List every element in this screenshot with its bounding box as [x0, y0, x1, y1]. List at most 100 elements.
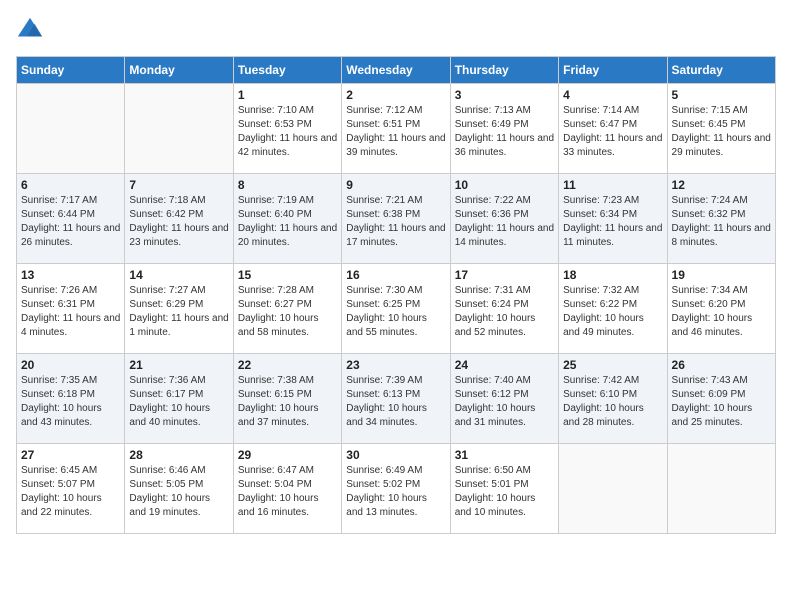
day-number: 20 [21, 358, 120, 372]
calendar-cell [559, 444, 667, 534]
day-number: 31 [455, 448, 554, 462]
calendar-cell: 16 Sunrise: 7:30 AM Sunset: 6:25 PM Dayli… [342, 264, 450, 354]
calendar-week-row: 27 Sunrise: 6:45 AM Sunset: 5:07 PM Dayli… [17, 444, 776, 534]
day-number: 9 [346, 178, 445, 192]
day-info: Sunrise: 7:39 AM Sunset: 6:13 PM Dayligh… [346, 374, 445, 430]
calendar-cell: 4 Sunrise: 7:14 AM Sunset: 6:47 PM Daylig… [559, 84, 667, 174]
day-number: 2 [346, 88, 445, 102]
calendar-cell [125, 84, 233, 174]
calendar-cell: 5 Sunrise: 7:15 AM Sunset: 6:45 PM Daylig… [667, 84, 775, 174]
calendar-cell: 27 Sunrise: 6:45 AM Sunset: 5:07 PM Dayli… [17, 444, 125, 534]
day-info: Sunrise: 7:10 AM Sunset: 6:53 PM Dayligh… [238, 104, 337, 160]
page-header [16, 16, 776, 44]
weekday-header-tuesday: Tuesday [233, 57, 341, 84]
calendar-week-row: 13Sunrise: 7:26 AM Sunset: 6:31 PM Dayli… [17, 264, 776, 354]
day-info: Sunrise: 7:14 AM Sunset: 6:47 PM Dayligh… [563, 104, 662, 160]
calendar-cell: 18 Sunrise: 7:32 AM Sunset: 6:22 PM Dayli… [559, 264, 667, 354]
day-info: Sunrise: 7:15 AM Sunset: 6:45 PM Dayligh… [672, 104, 771, 160]
day-number: 25 [563, 358, 662, 372]
weekday-header-row: SundayMondayTuesdayWednesdayThursdayFrid… [17, 57, 776, 84]
calendar-cell: 25 Sunrise: 7:42 AM Sunset: 6:10 PM Dayli… [559, 354, 667, 444]
calendar-cell: 11Sunrise: 7:23 AM Sunset: 6:34 PM Dayli… [559, 174, 667, 264]
day-number: 27 [21, 448, 120, 462]
weekday-header-wednesday: Wednesday [342, 57, 450, 84]
calendar-cell: 7 Sunrise: 7:18 AM Sunset: 6:42 PM Daylig… [125, 174, 233, 264]
day-info: Sunrise: 6:50 AM Sunset: 5:01 PM Dayligh… [455, 464, 554, 520]
logo-icon [16, 16, 44, 44]
day-number: 28 [129, 448, 228, 462]
day-number: 23 [346, 358, 445, 372]
day-info: Sunrise: 6:45 AM Sunset: 5:07 PM Dayligh… [21, 464, 120, 520]
day-info: Sunrise: 7:12 AM Sunset: 6:51 PM Dayligh… [346, 104, 445, 160]
calendar-cell: 15 Sunrise: 7:28 AM Sunset: 6:27 PM Dayli… [233, 264, 341, 354]
day-number: 15 [238, 268, 337, 282]
day-info: Sunrise: 7:18 AM Sunset: 6:42 PM Dayligh… [129, 194, 228, 250]
day-number: 19 [672, 268, 771, 282]
calendar-cell: 3Sunrise: 7:13 AM Sunset: 6:49 PM Daylig… [450, 84, 558, 174]
day-info: Sunrise: 7:27 AM Sunset: 6:29 PM Dayligh… [129, 284, 228, 340]
day-number: 10 [455, 178, 554, 192]
day-number: 16 [346, 268, 445, 282]
calendar-cell: 29 Sunrise: 6:47 AM Sunset: 5:04 PM Dayli… [233, 444, 341, 534]
calendar-cell: 21 Sunrise: 7:36 AM Sunset: 6:17 PM Dayli… [125, 354, 233, 444]
day-info: Sunrise: 7:28 AM Sunset: 6:27 PM Dayligh… [238, 284, 337, 340]
day-number: 17 [455, 268, 554, 282]
calendar-cell: 20 Sunrise: 7:35 AM Sunset: 6:18 PM Dayli… [17, 354, 125, 444]
day-info: Sunrise: 7:43 AM Sunset: 6:09 PM Dayligh… [672, 374, 771, 430]
day-info: Sunrise: 7:30 AM Sunset: 6:25 PM Dayligh… [346, 284, 445, 340]
calendar-cell: 26 Sunrise: 7:43 AM Sunset: 6:09 PM Dayli… [667, 354, 775, 444]
day-info: Sunrise: 6:47 AM Sunset: 5:04 PM Dayligh… [238, 464, 337, 520]
day-number: 5 [672, 88, 771, 102]
day-number: 21 [129, 358, 228, 372]
day-info: Sunrise: 7:32 AM Sunset: 6:22 PM Dayligh… [563, 284, 662, 340]
day-number: 1 [238, 88, 337, 102]
calendar-cell: 2 Sunrise: 7:12 AM Sunset: 6:51 PM Daylig… [342, 84, 450, 174]
day-number: 24 [455, 358, 554, 372]
day-info: Sunrise: 6:46 AM Sunset: 5:05 PM Dayligh… [129, 464, 228, 520]
day-number: 7 [129, 178, 228, 192]
calendar-table: SundayMondayTuesdayWednesdayThursdayFrid… [16, 56, 776, 534]
day-info: Sunrise: 7:17 AM Sunset: 6:44 PM Dayligh… [21, 194, 120, 250]
day-number: 4 [563, 88, 662, 102]
day-info: Sunrise: 7:36 AM Sunset: 6:17 PM Dayligh… [129, 374, 228, 430]
calendar-cell: 1 Sunrise: 7:10 AM Sunset: 6:53 PM Daylig… [233, 84, 341, 174]
day-number: 22 [238, 358, 337, 372]
calendar-cell: 28 Sunrise: 6:46 AM Sunset: 5:05 PM Dayli… [125, 444, 233, 534]
day-info: Sunrise: 7:26 AM Sunset: 6:31 PM Dayligh… [21, 284, 120, 340]
day-info: Sunrise: 7:42 AM Sunset: 6:10 PM Dayligh… [563, 374, 662, 430]
calendar-week-row: 20 Sunrise: 7:35 AM Sunset: 6:18 PM Dayli… [17, 354, 776, 444]
calendar-cell: 23 Sunrise: 7:39 AM Sunset: 6:13 PM Dayli… [342, 354, 450, 444]
day-number: 8 [238, 178, 337, 192]
day-number: 30 [346, 448, 445, 462]
day-info: Sunrise: 7:22 AM Sunset: 6:36 PM Dayligh… [455, 194, 554, 250]
day-number: 12 [672, 178, 771, 192]
day-number: 26 [672, 358, 771, 372]
calendar-cell: 17 Sunrise: 7:31 AM Sunset: 6:24 PM Dayli… [450, 264, 558, 354]
calendar-cell: 9 Sunrise: 7:21 AM Sunset: 6:38 PM Daylig… [342, 174, 450, 264]
day-number: 11 [563, 178, 662, 192]
weekday-header-monday: Monday [125, 57, 233, 84]
day-number: 18 [563, 268, 662, 282]
day-info: Sunrise: 7:34 AM Sunset: 6:20 PM Dayligh… [672, 284, 771, 340]
calendar-cell: 24Sunrise: 7:40 AM Sunset: 6:12 PM Dayli… [450, 354, 558, 444]
day-number: 14 [129, 268, 228, 282]
day-number: 3 [455, 88, 554, 102]
calendar-cell: 6 Sunrise: 7:17 AM Sunset: 6:44 PM Daylig… [17, 174, 125, 264]
weekday-header-friday: Friday [559, 57, 667, 84]
calendar-week-row: 1 Sunrise: 7:10 AM Sunset: 6:53 PM Daylig… [17, 84, 776, 174]
weekday-header-thursday: Thursday [450, 57, 558, 84]
calendar-cell: 22Sunrise: 7:38 AM Sunset: 6:15 PM Dayli… [233, 354, 341, 444]
calendar-cell: 12 Sunrise: 7:24 AM Sunset: 6:32 PM Dayli… [667, 174, 775, 264]
day-info: Sunrise: 7:21 AM Sunset: 6:38 PM Dayligh… [346, 194, 445, 250]
weekday-header-saturday: Saturday [667, 57, 775, 84]
day-info: Sunrise: 7:24 AM Sunset: 6:32 PM Dayligh… [672, 194, 771, 250]
calendar-cell: 14 Sunrise: 7:27 AM Sunset: 6:29 PM Dayli… [125, 264, 233, 354]
logo [16, 16, 48, 44]
calendar-cell: 30Sunrise: 6:49 AM Sunset: 5:02 PM Dayli… [342, 444, 450, 534]
day-number: 29 [238, 448, 337, 462]
day-info: Sunrise: 7:31 AM Sunset: 6:24 PM Dayligh… [455, 284, 554, 340]
calendar-cell: 19 Sunrise: 7:34 AM Sunset: 6:20 PM Dayli… [667, 264, 775, 354]
day-number: 6 [21, 178, 120, 192]
calendar-cell: 31 Sunrise: 6:50 AM Sunset: 5:01 PM Dayli… [450, 444, 558, 534]
day-info: Sunrise: 7:35 AM Sunset: 6:18 PM Dayligh… [21, 374, 120, 430]
